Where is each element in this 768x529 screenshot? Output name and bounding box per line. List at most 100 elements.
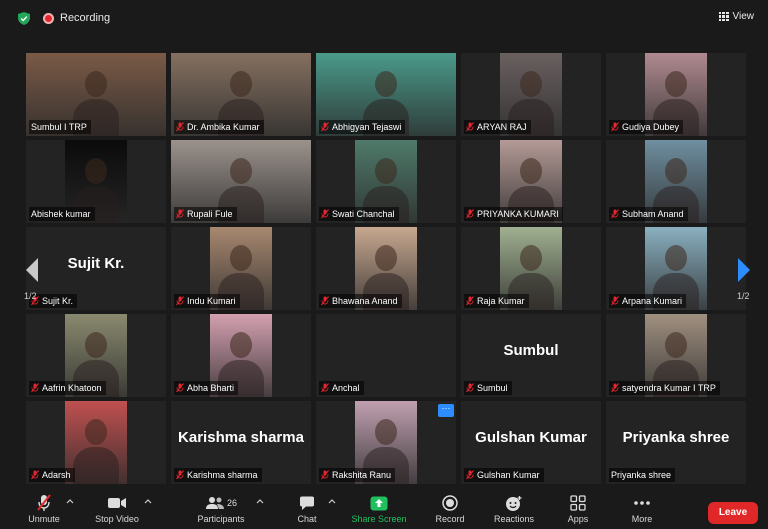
participants-options-caret-icon[interactable] — [256, 498, 264, 504]
grid-view-icon — [718, 12, 729, 21]
participant-count: 26 — [226, 498, 237, 508]
participant-name: Abhigyan Tejaswi — [332, 122, 402, 132]
participant-name-label: satyendra Kumar I TRP — [609, 381, 720, 395]
unmute-label: Unmute — [28, 514, 60, 524]
mic-muted-icon — [176, 122, 184, 132]
participant-name-label: Anchal — [319, 381, 364, 395]
participant-tile[interactable]: Karishma sharma Karishma sharma — [171, 401, 311, 484]
participant-name-label: Adarsh — [29, 468, 75, 482]
apps-icon — [570, 495, 586, 511]
participant-tile[interactable]: Bhawana Anand — [316, 227, 456, 310]
participant-tile[interactable]: Abishek kumar — [26, 140, 166, 223]
participant-name-label: Rupali Fule — [174, 207, 237, 221]
arrow-left-icon[interactable] — [22, 256, 42, 284]
participant-name-label: Abishek kumar — [29, 207, 95, 221]
participant-name: Anchal — [332, 383, 360, 393]
participant-name-label: PRIYANKA KUMARI — [464, 207, 563, 221]
participant-tile[interactable]: Indu Kumari — [171, 227, 311, 310]
participant-tile[interactable]: Adarsh — [26, 401, 166, 484]
participant-name: satyendra Kumar I TRP — [622, 383, 716, 393]
participant-tile[interactable]: Anchal — [316, 314, 456, 397]
participant-name: Sumbul I TRP — [31, 122, 87, 132]
participant-name: Gulshan Kumar — [477, 470, 540, 480]
reactions-button[interactable]: Reactions — [490, 492, 538, 524]
participant-tile[interactable]: Aafrin Khatoon — [26, 314, 166, 397]
mic-muted-icon — [176, 209, 184, 219]
chat-label: Chat — [297, 514, 317, 524]
participant-name-label: Priyanka shree — [609, 468, 676, 482]
share-screen-button[interactable]: Share Screen — [348, 492, 410, 524]
participants-button[interactable]: 26 Participants — [190, 492, 252, 524]
chat-options-caret-icon[interactable] — [328, 498, 336, 504]
participant-name-label: Dr. Ambika Kumar — [174, 120, 264, 134]
participant-name-label: Bhawana Anand — [319, 294, 402, 308]
participant-tile[interactable]: Priyanka shree Priyanka shree — [606, 401, 746, 484]
participant-name: Sujit Kr. — [42, 296, 74, 306]
participant-name-label: Swati Chanchal — [319, 207, 399, 221]
recording-icon[interactable] — [43, 13, 54, 24]
audio-options-caret-icon[interactable] — [66, 498, 74, 504]
participant-name: Abishek kumar — [31, 209, 91, 219]
participant-tile[interactable]: Raja Kumar — [461, 227, 601, 310]
participant-tile[interactable]: Abhigyan Tejaswi — [316, 53, 456, 136]
share-screen-label: Share Screen — [351, 514, 407, 524]
participant-name: ARYAN RAJ — [477, 122, 527, 132]
participant-tile[interactable]: Arpana Kumari — [606, 227, 746, 310]
participant-tile[interactable]: PRIYANKA KUMARI — [461, 140, 601, 223]
participant-tile[interactable]: Subham Anand — [606, 140, 746, 223]
participant-tile[interactable]: satyendra Kumar I TRP — [606, 314, 746, 397]
meeting-toolbar: Unmute Stop Video 26 Participants Chat S… — [0, 490, 768, 529]
mic-muted-icon — [321, 209, 329, 219]
record-button[interactable]: Record — [432, 492, 468, 524]
participant-tile[interactable]: Rupali Fule — [171, 140, 311, 223]
participant-tile[interactable]: Gudiya Dubey — [606, 53, 746, 136]
page-indicator-right: 1/2 — [737, 291, 750, 301]
apps-button[interactable]: Apps — [560, 492, 596, 524]
page-indicator-left: 1/2 — [24, 291, 37, 301]
participant-tile[interactable]: Rakshita Ranu — [316, 401, 456, 484]
mic-muted-icon — [611, 296, 619, 306]
mic-muted-icon — [611, 209, 619, 219]
participant-name: Rakshita Ranu — [332, 470, 392, 480]
chat-button[interactable]: Chat — [292, 492, 322, 524]
recording-label[interactable]: Recording — [60, 12, 110, 24]
participant-tile[interactable]: Swati Chanchal — [316, 140, 456, 223]
participant-name-label: Aafrin Khatoon — [29, 381, 106, 395]
more-icon — [634, 501, 650, 505]
leave-button[interactable]: Leave — [708, 502, 758, 524]
stop-video-button[interactable]: Stop Video — [90, 492, 144, 524]
mic-muted-icon — [321, 383, 329, 393]
arrow-right-icon[interactable] — [734, 256, 754, 284]
record-icon — [442, 495, 458, 511]
participant-tile[interactable]: Gulshan Kumar Gulshan Kumar — [461, 401, 601, 484]
share-screen-icon — [370, 496, 388, 510]
participant-tile[interactable]: Sujit Kr. Sujit Kr. — [26, 227, 166, 310]
mic-muted-icon — [31, 470, 39, 480]
participant-tile[interactable]: Sumbul Sumbul — [461, 314, 601, 397]
mic-muted-icon — [466, 209, 474, 219]
participant-tile[interactable]: Abha Bharti — [171, 314, 311, 397]
shield-icon[interactable] — [18, 12, 30, 25]
participant-tile[interactable]: Dr. Ambika Kumar — [171, 53, 311, 136]
tile-more-options-button[interactable]: ··· — [438, 404, 454, 417]
mic-muted-icon — [466, 383, 474, 393]
record-label: Record — [435, 514, 465, 524]
view-label: View — [732, 11, 755, 22]
participant-name-label: Abha Bharti — [174, 381, 239, 395]
participant-name: Sumbul — [477, 383, 508, 393]
participant-tile[interactable]: ARYAN RAJ — [461, 53, 601, 136]
participant-display-name: Sujit Kr. — [67, 255, 125, 272]
mic-muted-icon — [321, 470, 329, 480]
mic-muted-icon — [466, 296, 474, 306]
participant-name-label: Raja Kumar — [464, 294, 529, 308]
participants-icon — [205, 497, 224, 509]
participant-tile[interactable]: Sumbul I TRP — [26, 53, 166, 136]
participant-name: Rupali Fule — [187, 209, 233, 219]
more-button[interactable]: More — [624, 492, 660, 524]
video-options-caret-icon[interactable] — [144, 498, 152, 504]
participant-name-label: Abhigyan Tejaswi — [319, 120, 406, 134]
participant-name: Karishma sharma — [187, 470, 258, 480]
view-button[interactable]: View — [718, 11, 755, 22]
participant-name-label: Arpana Kumari — [609, 294, 687, 308]
unmute-button[interactable]: Unmute — [24, 492, 64, 524]
